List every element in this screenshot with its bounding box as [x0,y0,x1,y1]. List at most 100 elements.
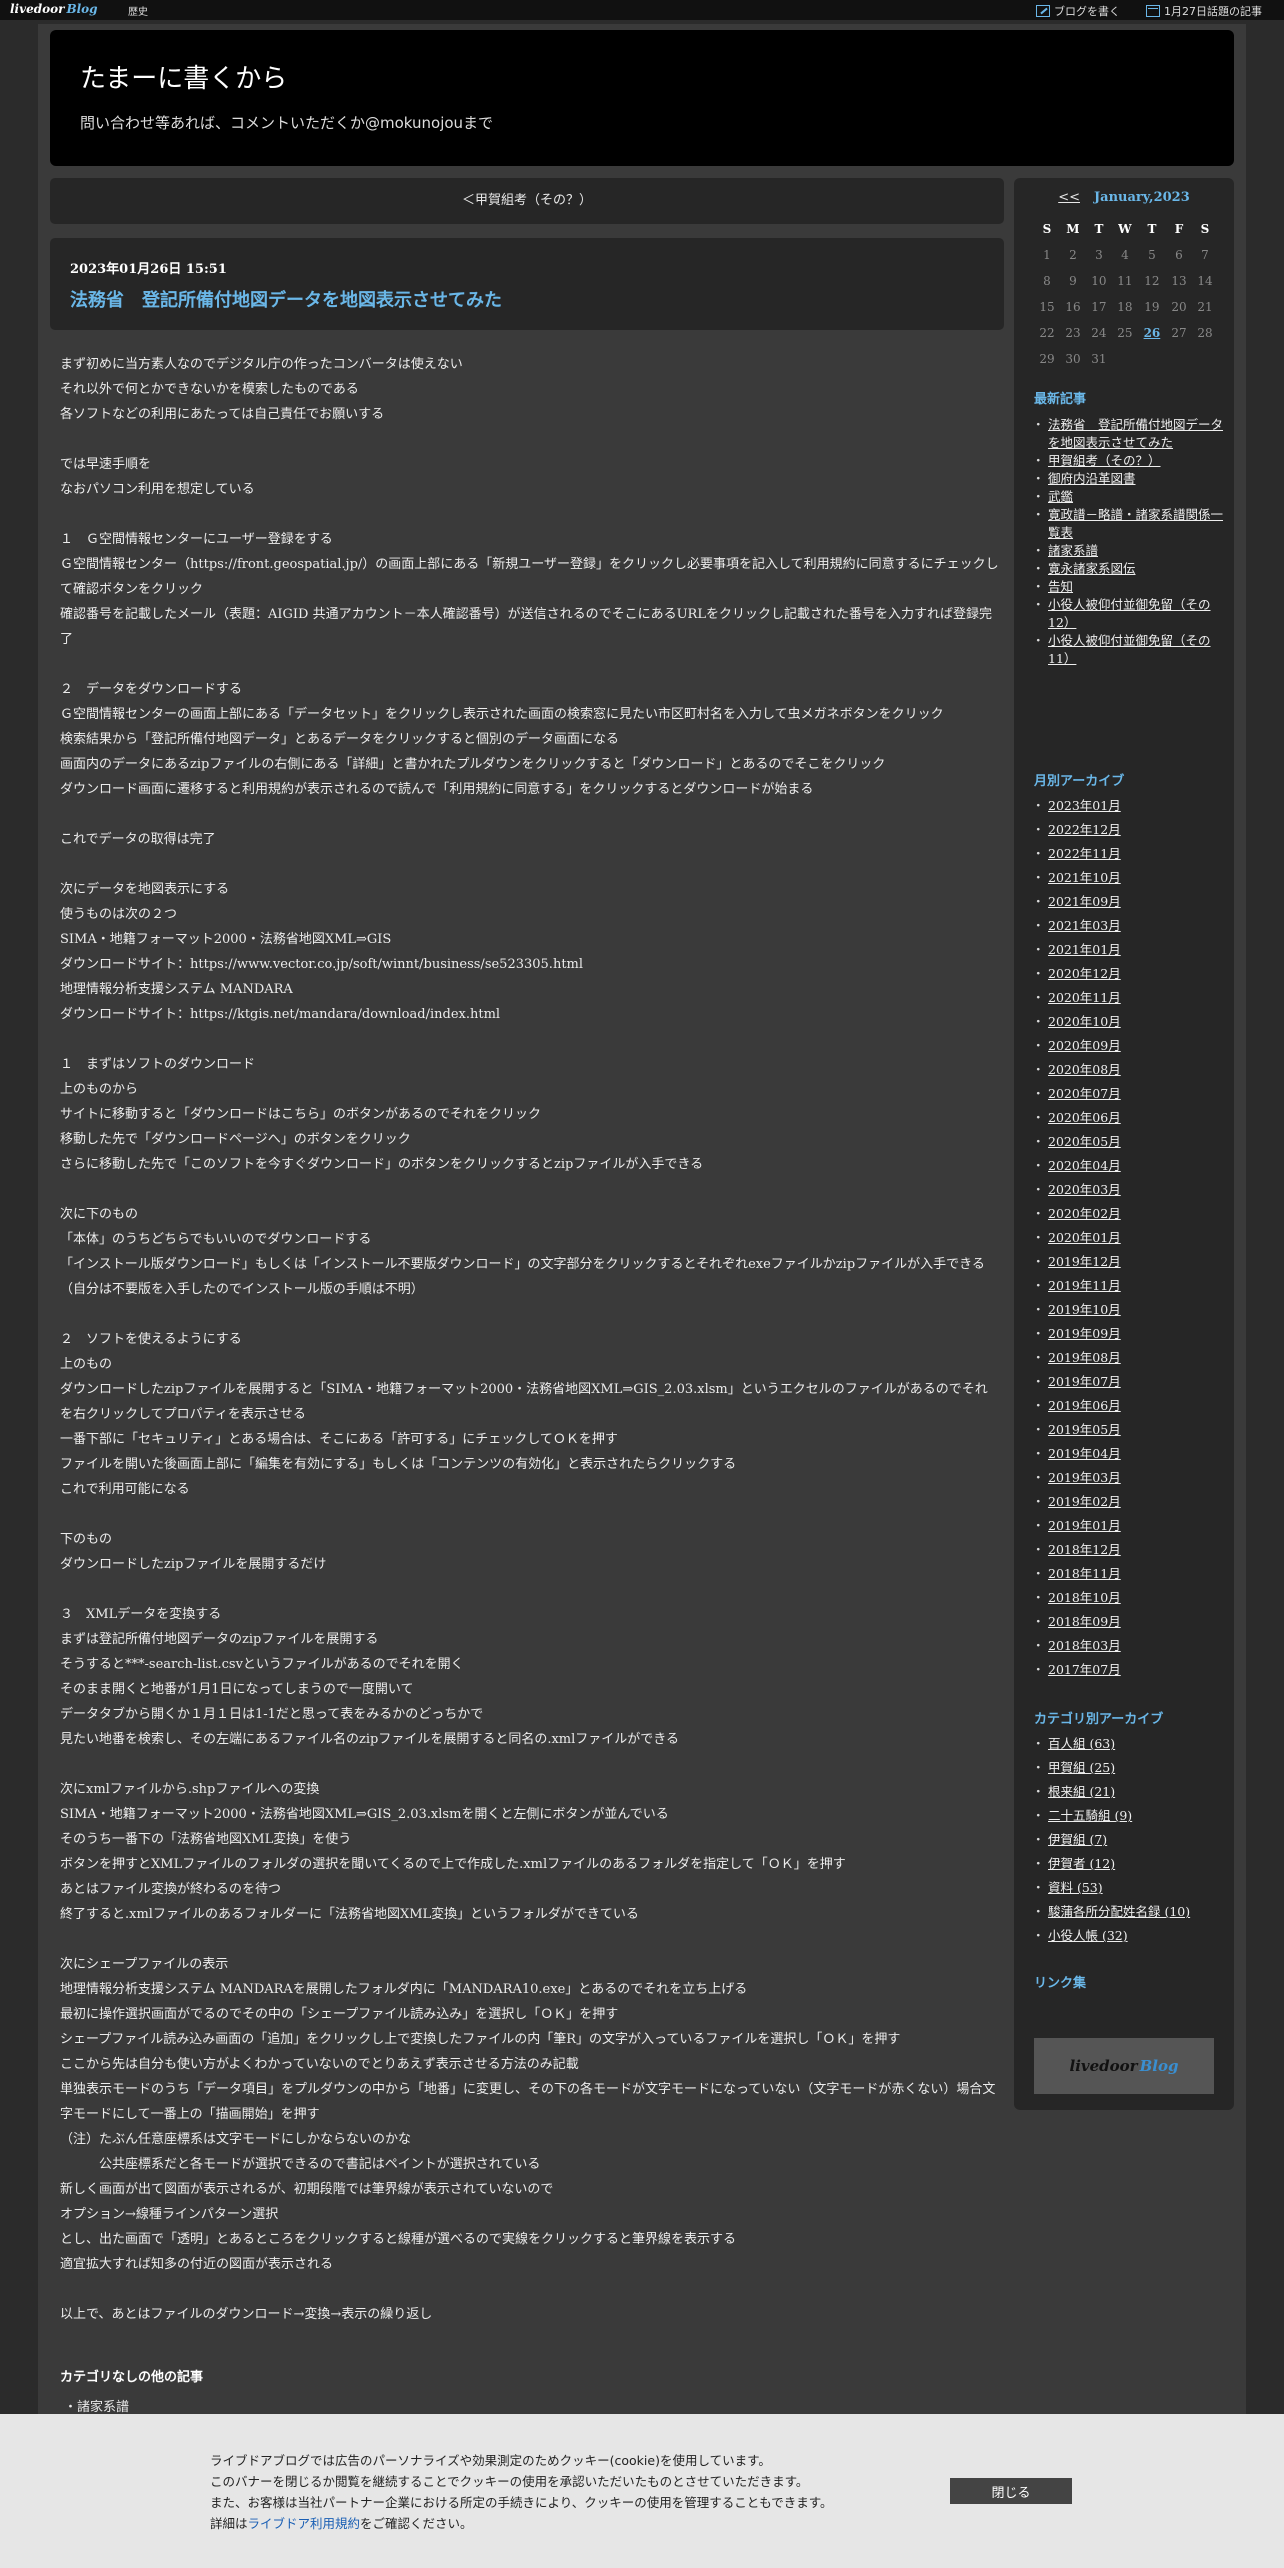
monthly-archive-link[interactable]: 2020年12月 [1032,962,1224,986]
cookie-banner: ライブドアブログでは広告のパーソナライズや効果測定のためクッキー(cookie)… [0,2414,1284,2568]
monthly-archive-link[interactable]: 2019年10月 [1032,1298,1224,1322]
monthly-archive-link[interactable]: 2019年07月 [1032,1370,1224,1394]
article-title[interactable]: 法務省 登記所備付地図データを地図表示させてみた [70,286,502,312]
monthly-archive-link[interactable]: 2019年08月 [1032,1346,1224,1370]
monthly-archive-link[interactable]: 2021年01月 [1032,938,1224,962]
trending-articles-link[interactable]: 1月27日話題の記事 [1146,3,1262,19]
category-link[interactable]: 伊賀組 (7) [1032,1828,1224,1852]
category-list: 百人組 (63)甲賀組 (25)根来組 (21)二十五騎組 (9)伊賀組 (7)… [1032,1732,1224,1948]
other-article-item[interactable]: ・諸家系譜 [64,2396,129,2415]
monthly-archive-link[interactable]: 2020年01月 [1032,1226,1224,1250]
monthly-archive-link[interactable]: 2019年06月 [1032,1394,1224,1418]
article-line: 次にxmlファイルから.shpファイルへの変換 [60,1782,320,1797]
recent-article-link[interactable]: 諸家系譜 [1032,542,1224,560]
calendar-prev-link[interactable]: << [1058,190,1080,205]
article-line: ２ ソフトを使えるようにする [60,1332,242,1347]
weekday-label: M [1066,222,1080,236]
blog-title[interactable]: たまーに書くから [80,58,287,95]
monthly-archive-link[interactable]: 2020年06月 [1032,1106,1224,1130]
monthly-archive-link[interactable]: 2019年12月 [1032,1250,1224,1274]
livedoor-blog-logo[interactable]: livedoor Blog [10,2,98,16]
calendar-day: 28 [1197,326,1213,340]
monthly-archive-link[interactable]: 2018年11月 [1032,1562,1224,1586]
monthly-archive-link[interactable]: 2020年05月 [1032,1130,1224,1154]
monthly-archive-link[interactable]: 2018年10月 [1032,1586,1224,1610]
calendar-day [1192,346,1218,372]
article-line: 次にデータを地図表示にする [60,882,230,897]
monthly-archive-link[interactable]: 2020年09月 [1032,1034,1224,1058]
category-link[interactable]: 小役人帳 (32) [1032,1924,1224,1948]
monthly-archive-link[interactable]: 2022年12月 [1032,818,1224,842]
article-date: 2023年01月26日 15:51 [70,262,227,277]
calendar-day: 8 [1043,274,1051,288]
monthly-archive-link[interactable]: 2020年10月 [1032,1010,1224,1034]
top-bar: livedoor Blog 歴史 ブログを書く 1月27日話題の記事 [0,0,1284,20]
recent-article-link[interactable]: 小役人被仰付並御免留（その12） [1032,596,1224,632]
article-line: １ Ｇ空間情報センターにユーザー登録をする [60,532,333,547]
article-line: SIMA・地籍フォーマット2000・法務省地図XML⇒GIS_2.03.xlsm… [60,1807,669,1822]
monthly-archive-link[interactable]: 2020年03月 [1032,1178,1224,1202]
monthly-archive-link[interactable]: 2022年11月 [1032,842,1224,866]
article-line: 上のもの [60,1357,113,1372]
prev-article-link[interactable]: ＜甲賀組考（その？） [462,193,592,208]
article-line: あとはファイル変換が終わるのを待つ [60,1882,282,1897]
category-link[interactable]: 甲賀組 (25) [1032,1756,1224,1780]
monthly-archive-link[interactable]: 2019年01月 [1032,1514,1224,1538]
recent-article-link[interactable]: 告知 [1032,578,1224,596]
article-line: 画面内のデータにあるzipファイルの右側にある「詳細」と書かれたプルダウンをクリ… [60,757,886,772]
terms-link[interactable]: ライブドア利用規約 [248,2516,361,2531]
calendar-month: January,2023 [1094,190,1190,205]
category-link[interactable]: 二十五騎組 (9) [1032,1804,1224,1828]
monthly-archive-link[interactable]: 2017年07月 [1032,1658,1224,1682]
monthly-archive-link[interactable]: 2021年03月 [1032,914,1224,938]
monthly-archive-link[interactable]: 2020年11月 [1032,986,1224,1010]
recent-article-link[interactable]: 寛永諸家系図伝 [1032,560,1224,578]
livedoor-blog-badge[interactable]: livedoor Blog [1034,2038,1214,2094]
monthly-archive-link[interactable]: 2020年08月 [1032,1058,1224,1082]
monthly-archive-link[interactable]: 2019年05月 [1032,1418,1224,1442]
recent-article-link[interactable]: 甲賀組考（その？） [1032,452,1224,470]
category-link[interactable]: 資料 (53) [1032,1876,1224,1900]
article-line: なおパソコン利用を想定している [60,482,255,497]
recent-article-link[interactable]: 法務省 登記所備付地図データを地図表示させてみた [1032,416,1224,452]
recent-article-link[interactable]: 御府内沿革図書 [1032,470,1224,488]
monthly-archive-link[interactable]: 2021年10月 [1032,866,1224,890]
cookie-close-button[interactable]: 閉じる [950,2478,1072,2504]
calendar-day: 5 [1148,248,1156,262]
calendar-day: 9 [1069,274,1077,288]
article-line: データタブから開くか１月１日は1-1だと思って表をみるかのどっちかで [60,1707,484,1722]
monthly-archive-link[interactable]: 2021年09月 [1032,890,1224,914]
monthly-archive-link[interactable]: 2019年11月 [1032,1274,1224,1298]
weekday-label: T [1147,222,1157,236]
category-link[interactable]: 百人組 (63) [1032,1732,1224,1756]
category-link[interactable]: 根来組 (21) [1032,1780,1224,1804]
monthly-archive-link[interactable]: 2020年07月 [1032,1082,1224,1106]
monthly-archive-link[interactable]: 2019年09月 [1032,1322,1224,1346]
monthly-archive-link[interactable]: 2023年01月 [1032,794,1224,818]
write-blog-link[interactable]: ブログを書く [1036,3,1120,19]
monthly-archive-link[interactable]: 2018年12月 [1032,1538,1224,1562]
recent-article-link[interactable]: 寛政譜－略譜・諸家系譜関係一覧表 [1032,506,1224,542]
category-link[interactable]: 伊賀者 (12) [1032,1852,1224,1876]
calendar-day: 11 [1117,274,1133,288]
recent-article-link[interactable]: 小役人被仰付並御免留（その11） [1032,632,1224,668]
monthly-archive-link[interactable]: 2018年09月 [1032,1610,1224,1634]
calendar-day: 24 [1091,326,1107,340]
monthly-archive-link[interactable]: 2020年04月 [1032,1154,1224,1178]
calendar-day-link[interactable]: 26 [1138,320,1166,346]
recent-article-link[interactable]: 武鑑 [1032,488,1224,506]
monthly-archive-link[interactable]: 2019年04月 [1032,1442,1224,1466]
monthly-archive-link[interactable]: 2019年03月 [1032,1466,1224,1490]
monthly-archive-link[interactable]: 2018年03月 [1032,1634,1224,1658]
monthly-archive-link[interactable]: 2019年02月 [1032,1490,1224,1514]
calendar-day: 12 [1144,274,1160,288]
monthly-list: 2023年01月2022年12月2022年11月2021年10月2021年09月… [1032,794,1224,1682]
history-link[interactable]: 歴史 [128,3,148,18]
article-line: さらに移動した先で「このソフトを今すぐダウンロード」のボタンをクリックするとzi… [60,1157,704,1172]
recent-list: 法務省 登記所備付地図データを地図表示させてみた甲賀組考（その？）御府内沿革図書… [1032,416,1224,668]
category-link[interactable]: 駿蒲各所分配姓名録 (10) [1032,1900,1224,1924]
monthly-archive-link[interactable]: 2020年02月 [1032,1202,1224,1226]
category-heading: カテゴリ別アーカイブ [1034,1712,1164,1727]
